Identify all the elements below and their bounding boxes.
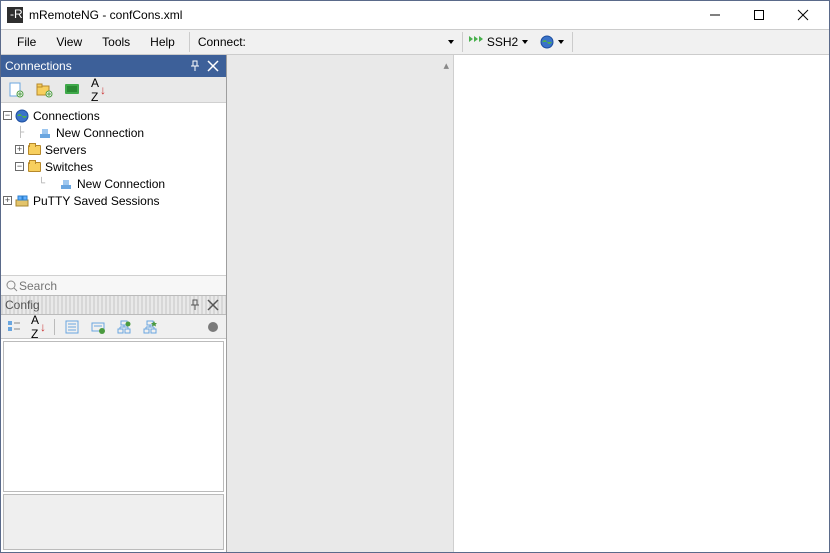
toolbar-separator bbox=[54, 319, 55, 335]
sort-z: Z bbox=[91, 90, 98, 104]
folder-icon bbox=[26, 142, 42, 158]
menu-view[interactable]: View bbox=[46, 32, 92, 52]
main-area: ▴ bbox=[227, 55, 829, 552]
minimize-button[interactable] bbox=[693, 1, 737, 29]
collapse-toggle[interactable]: − bbox=[15, 162, 24, 171]
config-toolbar: AZ↓ bbox=[1, 315, 226, 339]
globe-icon[interactable] bbox=[538, 33, 556, 51]
tree-line: └ bbox=[36, 178, 47, 189]
pin-icon[interactable] bbox=[186, 296, 204, 314]
putty-icon bbox=[14, 193, 30, 209]
new-folder-icon[interactable] bbox=[35, 81, 53, 99]
globe-icon bbox=[14, 108, 30, 124]
menubar: File View Tools Help Connect: SSH2 bbox=[1, 29, 829, 55]
sort-z: Z bbox=[31, 327, 38, 341]
left-column: Connections AZ bbox=[1, 55, 227, 552]
connections-tree[interactable]: − Connections ├ New Connection + Servers… bbox=[1, 103, 226, 275]
categorized-icon[interactable] bbox=[5, 318, 23, 336]
tree-line: ├ bbox=[15, 127, 26, 138]
app-body: Connections AZ bbox=[1, 55, 829, 552]
connect-label: Connect: bbox=[194, 32, 256, 52]
connections-panel-header: Connections bbox=[1, 55, 226, 77]
inheritance-icon[interactable] bbox=[115, 318, 133, 336]
connections-panel-title: Connections bbox=[5, 59, 186, 73]
protocol-dropdown[interactable] bbox=[522, 37, 532, 47]
connect-icon[interactable] bbox=[63, 81, 81, 99]
inheritance-default-icon[interactable] bbox=[141, 318, 159, 336]
pin-icon[interactable] bbox=[186, 57, 204, 75]
sort-icon[interactable]: AZ↓ bbox=[91, 76, 106, 104]
tree-label: Switches bbox=[45, 160, 93, 174]
app-icon: -R bbox=[7, 7, 23, 23]
search-icon bbox=[5, 277, 19, 295]
tree-label: New Connection bbox=[77, 177, 165, 191]
menu-tools[interactable]: Tools bbox=[92, 32, 140, 52]
config-description bbox=[3, 494, 224, 550]
menu-separator bbox=[189, 32, 190, 52]
blank-pane bbox=[454, 55, 829, 552]
close-panel-icon[interactable] bbox=[204, 296, 222, 314]
titlebar: -R mRemoteNG - confCons.xml bbox=[1, 1, 829, 29]
tree-label: Servers bbox=[45, 143, 86, 157]
svg-text:-R: -R bbox=[10, 7, 23, 21]
globe-dropdown[interactable] bbox=[558, 37, 568, 47]
new-connection-icon[interactable] bbox=[7, 81, 25, 99]
properties-icon[interactable] bbox=[63, 318, 81, 336]
menu-separator-3 bbox=[572, 32, 573, 52]
tree-root-label: Connections bbox=[33, 109, 100, 123]
quick-connect-input[interactable] bbox=[256, 33, 446, 51]
close-panel-icon[interactable] bbox=[204, 57, 222, 75]
config-panel-title: Config bbox=[5, 298, 186, 312]
play-icon[interactable] bbox=[467, 33, 485, 51]
menu-separator-2 bbox=[462, 32, 463, 52]
close-button[interactable] bbox=[781, 1, 825, 29]
app-window: -R mRemoteNG - confCons.xml File View To… bbox=[0, 0, 830, 553]
sort-a: A bbox=[31, 313, 39, 327]
scroll-up-indicator: ▴ bbox=[443, 59, 449, 72]
status-indicator-icon bbox=[204, 318, 222, 336]
tree-item-putty[interactable]: + PuTTY Saved Sessions bbox=[3, 192, 224, 209]
maximize-button[interactable] bbox=[737, 1, 781, 29]
connection-icon bbox=[37, 125, 53, 141]
protocol-label[interactable]: SSH2 bbox=[485, 35, 520, 49]
tree-root[interactable]: − Connections bbox=[3, 107, 224, 124]
expand-toggle[interactable]: + bbox=[15, 145, 24, 154]
sort-icon[interactable]: AZ↓ bbox=[31, 313, 46, 341]
quick-connect-history-dropdown[interactable] bbox=[448, 37, 458, 47]
connection-icon bbox=[58, 176, 74, 192]
search-input[interactable] bbox=[19, 279, 222, 293]
tree-item-switches[interactable]: − Switches bbox=[3, 158, 224, 175]
folder-icon bbox=[26, 159, 42, 175]
menu-help[interactable]: Help bbox=[140, 32, 185, 52]
tree-item-new-connection-1[interactable]: ├ New Connection bbox=[3, 124, 224, 141]
config-body[interactable] bbox=[3, 341, 224, 492]
tree-item-new-connection-2[interactable]: └ New Connection bbox=[3, 175, 224, 192]
collapse-toggle[interactable]: − bbox=[3, 111, 12, 120]
tree-item-servers[interactable]: + Servers bbox=[3, 141, 224, 158]
empty-connection-pane[interactable]: ▴ bbox=[227, 55, 454, 552]
menu-file[interactable]: File bbox=[7, 32, 46, 52]
sort-a: A bbox=[91, 76, 99, 90]
search-row bbox=[1, 275, 226, 295]
defaults-icon[interactable] bbox=[89, 318, 107, 336]
expand-toggle[interactable]: + bbox=[3, 196, 12, 205]
tree-label: New Connection bbox=[56, 126, 144, 140]
window-title: mRemoteNG - confCons.xml bbox=[29, 8, 693, 22]
connections-toolbar: AZ↓ bbox=[1, 77, 226, 103]
tree-label: PuTTY Saved Sessions bbox=[33, 194, 160, 208]
